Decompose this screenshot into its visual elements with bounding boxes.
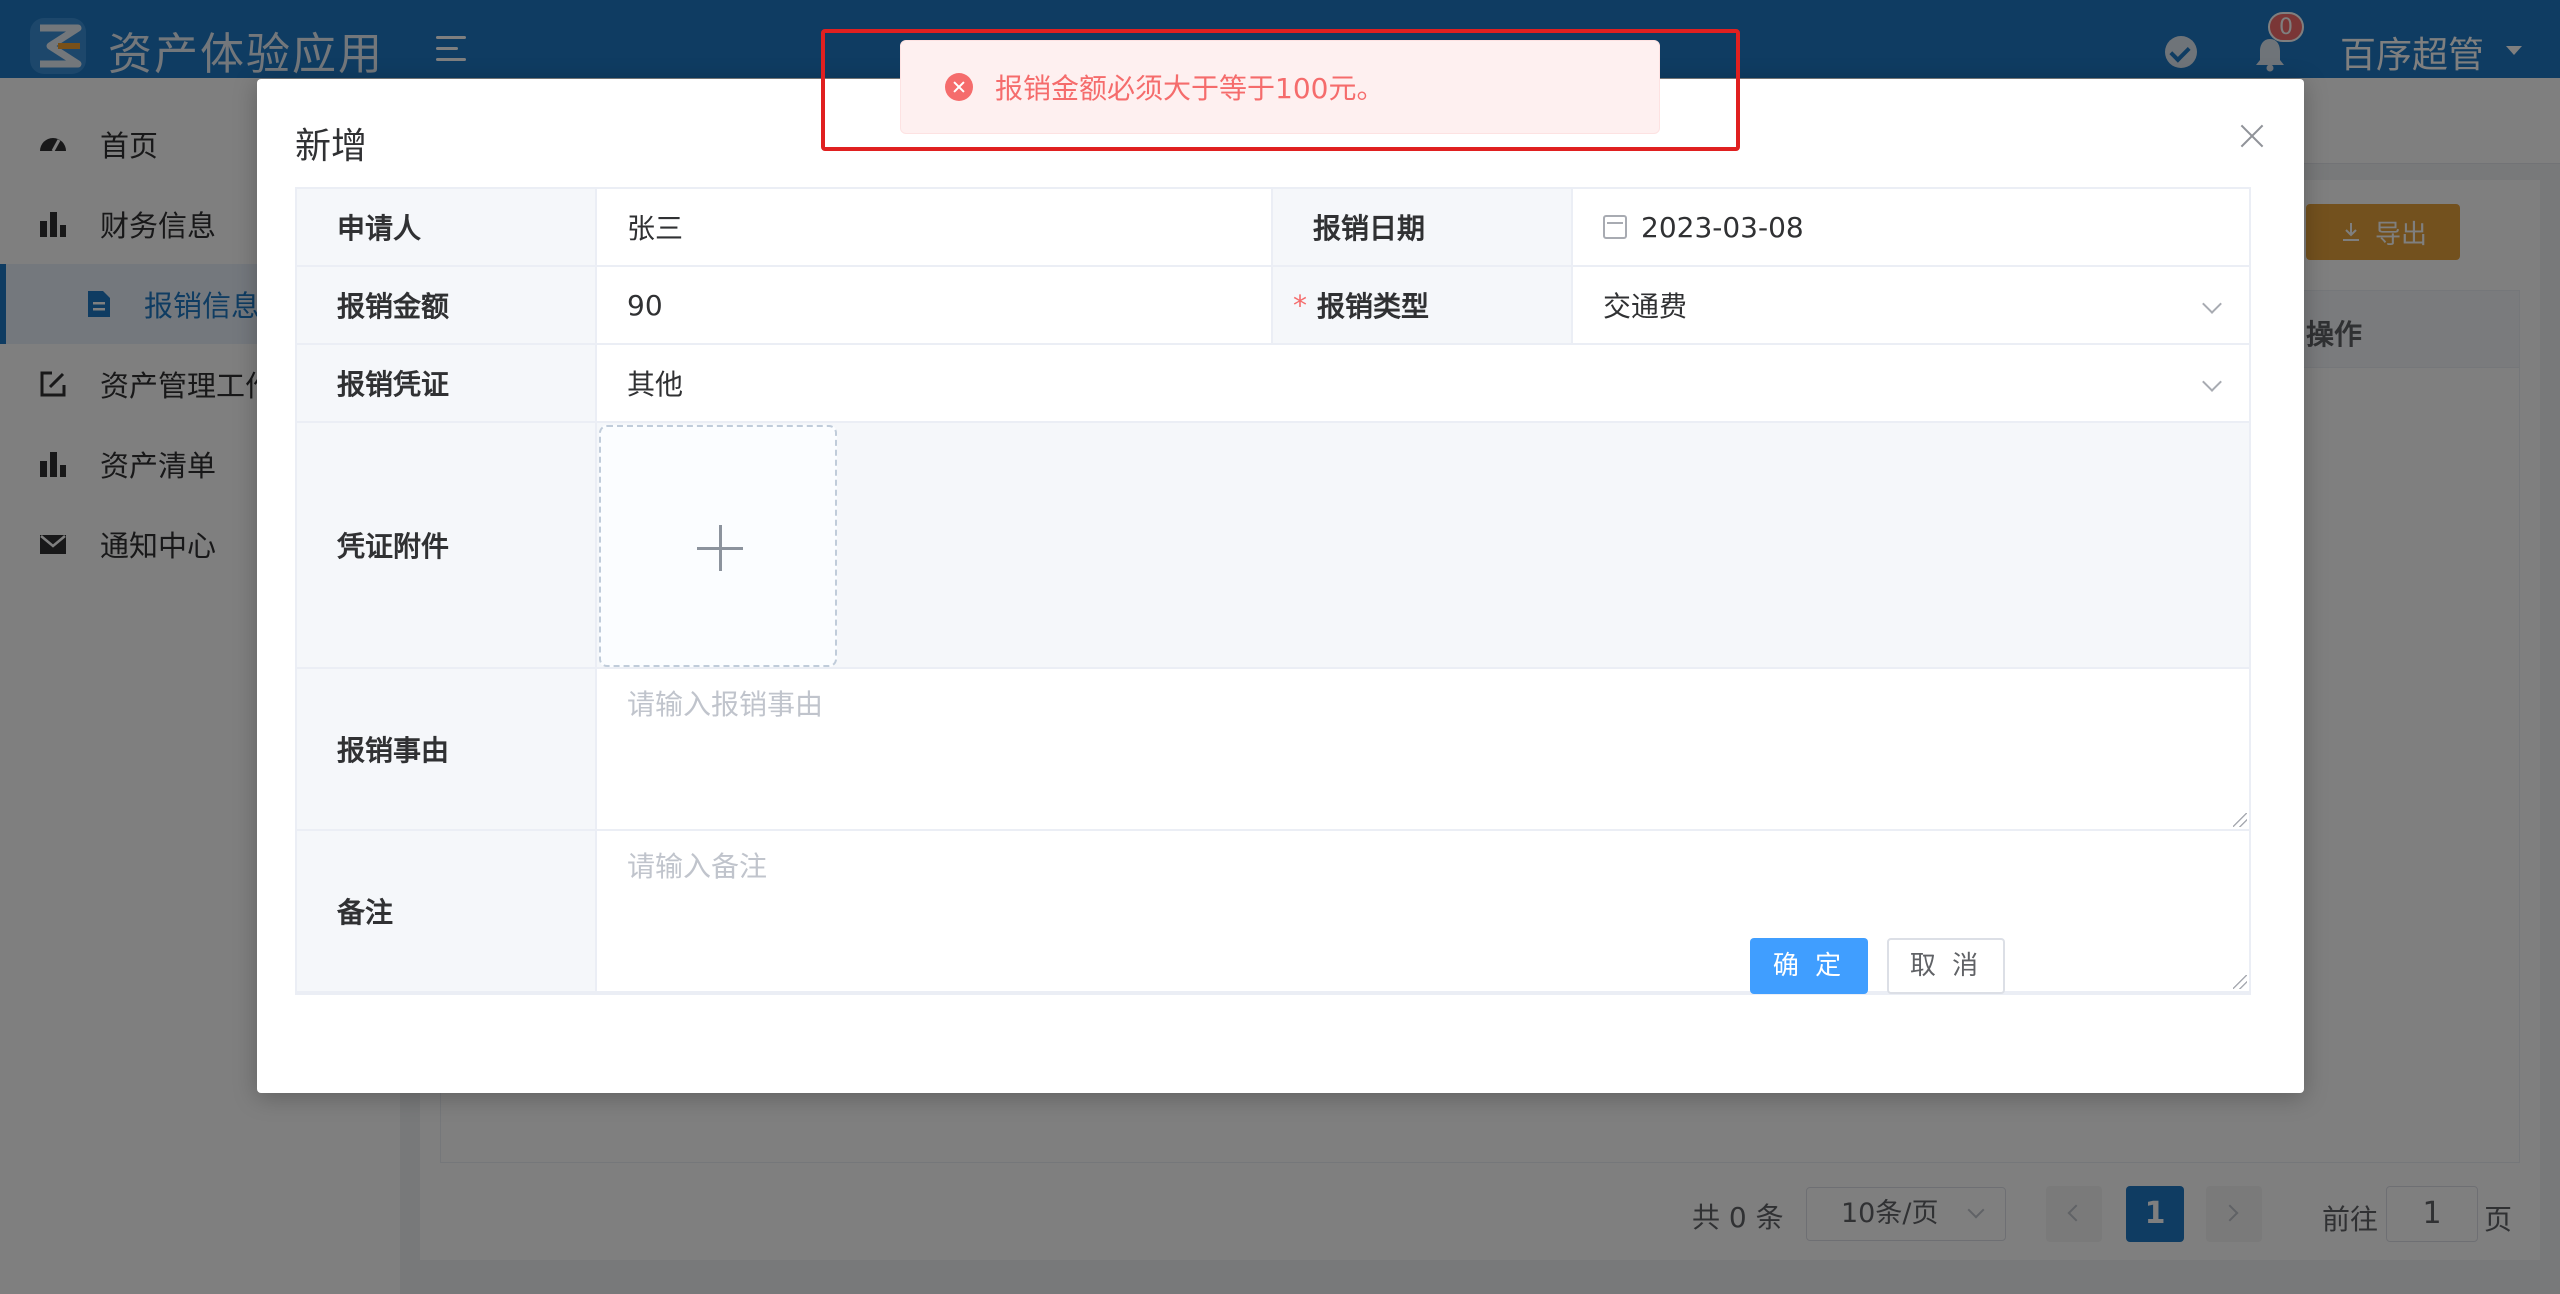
chevron-down-icon xyxy=(2202,372,2222,392)
highlight-box xyxy=(821,29,1740,151)
date-picker[interactable]: 2023-03-08 xyxy=(1573,189,2251,267)
plus-icon xyxy=(697,525,743,571)
amount-label: 报销金额 xyxy=(297,267,597,345)
applicant-label: 申请人 xyxy=(297,189,597,267)
type-label: 报销类型 xyxy=(1317,290,1430,323)
required-asterisk: * xyxy=(1293,288,1307,322)
calendar-icon xyxy=(1603,215,1627,239)
date-label: 报销日期 xyxy=(1273,189,1573,267)
amount-field[interactable]: 90 xyxy=(597,267,1273,345)
reimbursement-form: 申请人 张三 报销日期 2023-03-08 报销金额 90 * 报销类型 交通… xyxy=(295,187,2251,995)
voucher-select[interactable]: 其他 xyxy=(597,345,2251,423)
voucher-value: 其他 xyxy=(627,368,684,401)
attachment-cell xyxy=(597,423,2251,669)
attachment-label: 凭证附件 xyxy=(297,423,597,669)
chevron-down-icon xyxy=(2202,294,2222,314)
resize-handle[interactable] xyxy=(2233,975,2247,989)
reason-label: 报销事由 xyxy=(297,669,597,831)
applicant-field[interactable]: 张三 xyxy=(597,189,1273,267)
reason-textarea[interactable]: 请输入报销事由 xyxy=(597,669,2251,831)
reason-placeholder: 请输入报销事由 xyxy=(627,688,824,721)
type-select[interactable]: 交通费 xyxy=(1573,267,2251,345)
confirm-button[interactable]: 确 定 xyxy=(1750,938,1868,994)
date-value: 2023-03-08 xyxy=(1641,210,1804,244)
dialog-title: 新增 xyxy=(295,126,368,167)
type-value: 交通费 xyxy=(1603,290,1688,323)
remark-placeholder: 请输入备注 xyxy=(627,850,768,883)
type-label-cell: * 报销类型 xyxy=(1273,267,1573,345)
resize-handle[interactable] xyxy=(2233,813,2247,827)
upload-button[interactable] xyxy=(599,425,837,667)
close-icon[interactable] xyxy=(2237,121,2267,151)
voucher-label: 报销凭证 xyxy=(297,345,597,423)
remark-label: 备注 xyxy=(297,831,597,993)
cancel-button[interactable]: 取 消 xyxy=(1887,938,2005,994)
